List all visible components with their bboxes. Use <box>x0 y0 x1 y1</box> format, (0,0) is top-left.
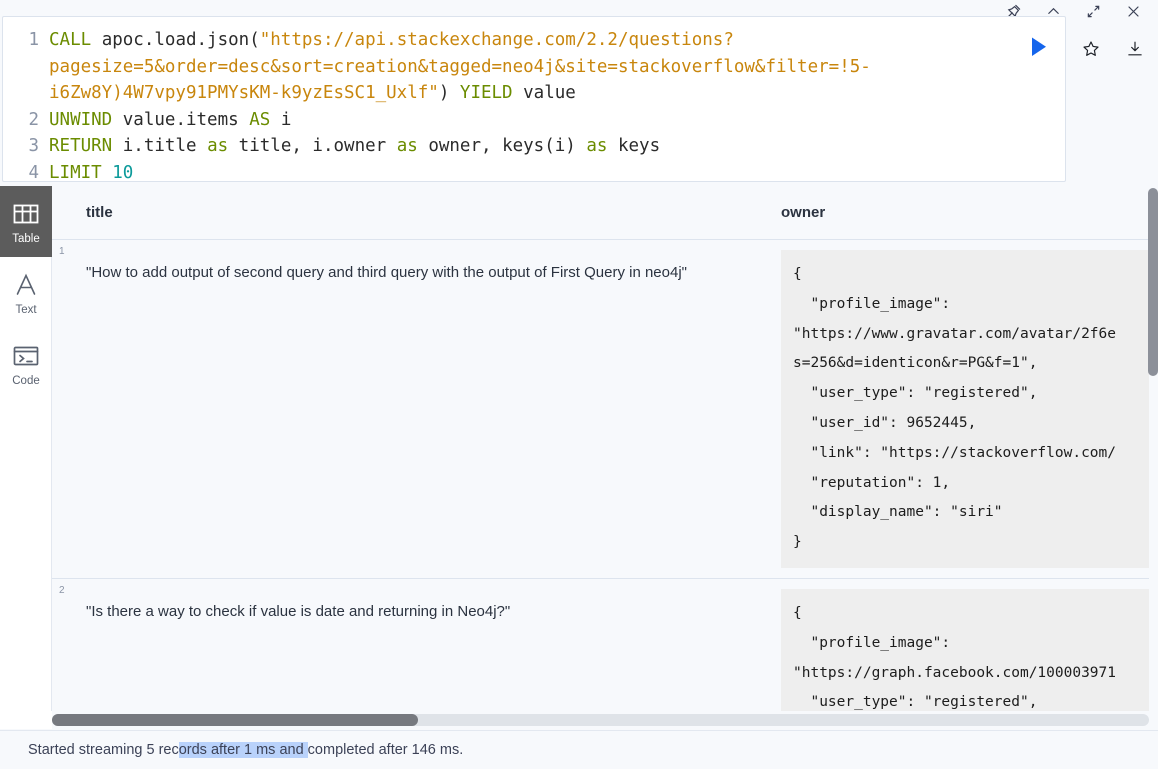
code-token: pagesize=5&order=desc&sort=creation&tagg… <box>49 56 871 77</box>
code-token: CALL <box>49 30 102 50</box>
rail-item-table[interactable]: Table <box>0 186 52 257</box>
favorite-star-icon[interactable] <box>1080 39 1102 59</box>
close-icon[interactable] <box>1122 1 1144 21</box>
code-token: 10 <box>112 162 134 182</box>
code-token: YIELD <box>459 83 524 104</box>
line-text: RETURN i.title as title, i.owner as owne… <box>49 133 1065 160</box>
code-token: value <box>523 83 576 104</box>
editor-side-actions <box>1068 30 1158 68</box>
cell-title: "How to add output of second query and t… <box>86 264 687 281</box>
code-token: i.title <box>122 136 208 157</box>
cypher-editor[interactable]: 1 CALL apoc.load.json("https://api.stacke… <box>2 16 1066 182</box>
status-text-selected: ords after 1 ms and <box>178 742 308 758</box>
status-text-before: Started streaming 5 rec <box>28 742 179 758</box>
line-text: i6Zw8Y)4W7vpy91PMYsKM-k9yzEsSC1_Uxlf") Y… <box>49 80 1065 107</box>
code-icon <box>13 341 39 371</box>
code-token: value.items <box>122 109 250 130</box>
code-token: LIMIT <box>49 162 113 182</box>
editor-line: pagesize=5&order=desc&sort=creation&tagg… <box>3 54 1065 81</box>
table-header-row: title owner <box>52 186 1149 240</box>
results-horizontal-scrollbar[interactable] <box>52 714 1149 726</box>
results-panel: title owner 1 "How to add output of secon… <box>52 186 1149 711</box>
code-token: i <box>280 109 292 130</box>
line-number: 1 <box>28 30 39 50</box>
download-icon[interactable] <box>1124 39 1146 59</box>
cell-title: "Is there a way to check if value is dat… <box>86 602 511 620</box>
code-token: UNWIND <box>49 109 123 130</box>
code-token: as <box>207 136 239 157</box>
status-bar: Started streaming 5 rec ords after 1 ms a… <box>0 730 1158 769</box>
code-token: ) <box>438 83 460 104</box>
scrollbar-corner <box>0 711 52 729</box>
results-vertical-scrollbar[interactable] <box>1148 186 1158 711</box>
editor-line: 4 LIMIT 10 <box>3 160 1065 182</box>
column-header-title: title <box>86 204 113 221</box>
code-token: as <box>396 136 429 157</box>
code-token: i6Zw8Y)4W7vpy91PMYsKM-k9yzEsSC1_Uxlf" <box>49 83 439 104</box>
line-text: CALL apoc.load.json("https://api.stackex… <box>49 27 1065 54</box>
owner-json: { "profile_image": "https://www.gravatar… <box>781 250 1149 568</box>
editor-line: 2 UNWIND value.items AS i <box>3 107 1065 134</box>
code-token: title, i.owner <box>238 136 397 157</box>
result-view-rail: Table Text Code <box>0 186 52 711</box>
table-row[interactable]: 1 "How to add output of second query and … <box>52 240 1149 579</box>
query-result-window: 1 CALL apoc.load.json("https://api.stacke… <box>0 0 1158 769</box>
horizontal-scrollbar-thumb[interactable] <box>52 714 418 726</box>
line-number: 2 <box>28 109 39 130</box>
rail-item-label: Text <box>15 303 37 316</box>
code-token: AS <box>249 109 281 130</box>
status-text-after: completed after 146 ms. <box>307 742 464 758</box>
code-token: "https://api.stackexchange.com/2.2/quest… <box>259 30 734 50</box>
code-token: owner, keys(i) <box>428 136 587 157</box>
rail-item-text[interactable]: Text <box>0 257 52 328</box>
code-token: apoc.load.json( <box>101 30 260 50</box>
expand-icon[interactable] <box>1082 1 1104 21</box>
rail-item-code[interactable]: Code <box>0 328 52 399</box>
editor-code[interactable]: 1 CALL apoc.load.json("https://api.stacke… <box>3 17 1065 182</box>
code-token: as <box>586 136 618 157</box>
row-number: 1 <box>59 246 65 257</box>
owner-json: { "profile_image": "https://graph.facebo… <box>781 588 1149 711</box>
line-text: UNWIND value.items AS i <box>49 107 1065 134</box>
line-text: pagesize=5&order=desc&sort=creation&tagg… <box>49 54 1065 81</box>
rail-item-label: Code <box>12 374 40 387</box>
code-token: RETURN <box>49 136 123 157</box>
cell-owner: { "profile_image": "https://graph.facebo… <box>770 579 1149 711</box>
code-token: keys <box>617 136 661 157</box>
column-header-owner: owner <box>781 204 826 221</box>
cell-owner: { "profile_image": "https://www.gravatar… <box>770 240 1149 578</box>
line-number: 4 <box>28 162 39 182</box>
line-text: LIMIT 10 <box>49 160 1065 182</box>
editor-line: 1 CALL apoc.load.json("https://api.stacke… <box>3 27 1065 54</box>
rail-item-label: Table <box>12 232 40 245</box>
row-number: 2 <box>59 584 65 596</box>
editor-line: i6Zw8Y)4W7vpy91PMYsKM-k9yzEsSC1_Uxlf") Y… <box>3 80 1065 107</box>
table-icon <box>13 199 39 229</box>
run-query-button[interactable] <box>1022 33 1056 61</box>
line-number: 3 <box>28 136 39 157</box>
text-icon <box>13 270 39 300</box>
vertical-scrollbar-thumb[interactable] <box>1148 188 1158 376</box>
editor-line: 3 RETURN i.title as title, i.owner as own… <box>3 133 1065 160</box>
table-row[interactable]: 2 "Is there a way to check if value is da… <box>52 578 1149 711</box>
